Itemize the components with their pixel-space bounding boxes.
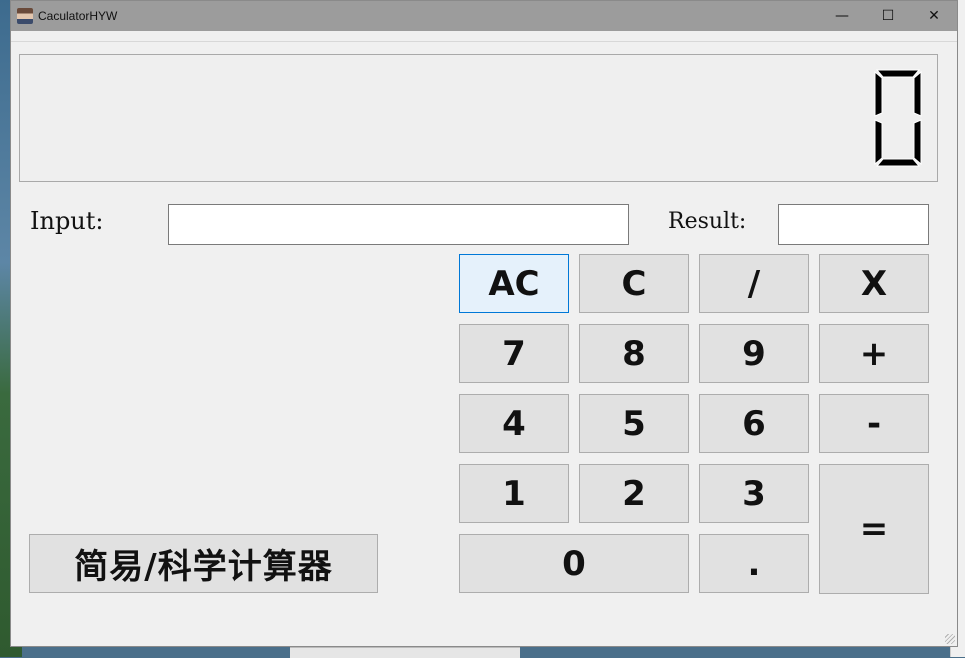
menu-bar	[11, 31, 957, 42]
clear-button[interactable]: C	[579, 254, 689, 313]
digit-2-button[interactable]: 2	[579, 464, 689, 523]
multiply-button[interactable]: X	[819, 254, 929, 313]
digit-6-button[interactable]: 6	[699, 394, 809, 453]
lcd-display: 0	[19, 54, 938, 182]
window-title: CaculatorHYW	[38, 9, 118, 23]
divide-button[interactable]: /	[699, 254, 809, 313]
background-window-bottom	[290, 647, 520, 658]
minimize-icon[interactable]: —	[819, 1, 865, 31]
equals-button[interactable]: =	[819, 464, 929, 594]
digit-9-button[interactable]: 9	[699, 324, 809, 383]
input-label: Input:	[30, 207, 104, 235]
close-icon[interactable]: ✕	[911, 1, 957, 31]
digit-7-button[interactable]: 7	[459, 324, 569, 383]
lcd-digit: 0	[874, 69, 922, 167]
mode-toggle-button[interactable]: 简易/科学计算器	[29, 534, 378, 593]
decimal-button[interactable]: .	[699, 534, 809, 593]
title-bar[interactable]: CaculatorHYW — ☐ ✕	[11, 1, 957, 31]
ac-button[interactable]: AC	[459, 254, 569, 313]
digit-3-button[interactable]: 3	[699, 464, 809, 523]
digit-4-button[interactable]: 4	[459, 394, 569, 453]
result-label: Result:	[668, 209, 747, 234]
result-field[interactable]	[778, 204, 929, 245]
app-avatar-icon	[17, 8, 33, 24]
calculator-window: CaculatorHYW — ☐ ✕ 0 Input: Result: AC C…	[10, 0, 958, 647]
digit-0-button[interactable]: 0	[459, 534, 689, 593]
resize-grip-icon[interactable]	[945, 634, 955, 644]
plus-button[interactable]: +	[819, 324, 929, 383]
digit-1-button[interactable]: 1	[459, 464, 569, 523]
input-field[interactable]	[168, 204, 629, 245]
maximize-icon[interactable]: ☐	[865, 1, 911, 31]
digit-5-button[interactable]: 5	[579, 394, 689, 453]
minus-button[interactable]: -	[819, 394, 929, 453]
digit-8-button[interactable]: 8	[579, 324, 689, 383]
